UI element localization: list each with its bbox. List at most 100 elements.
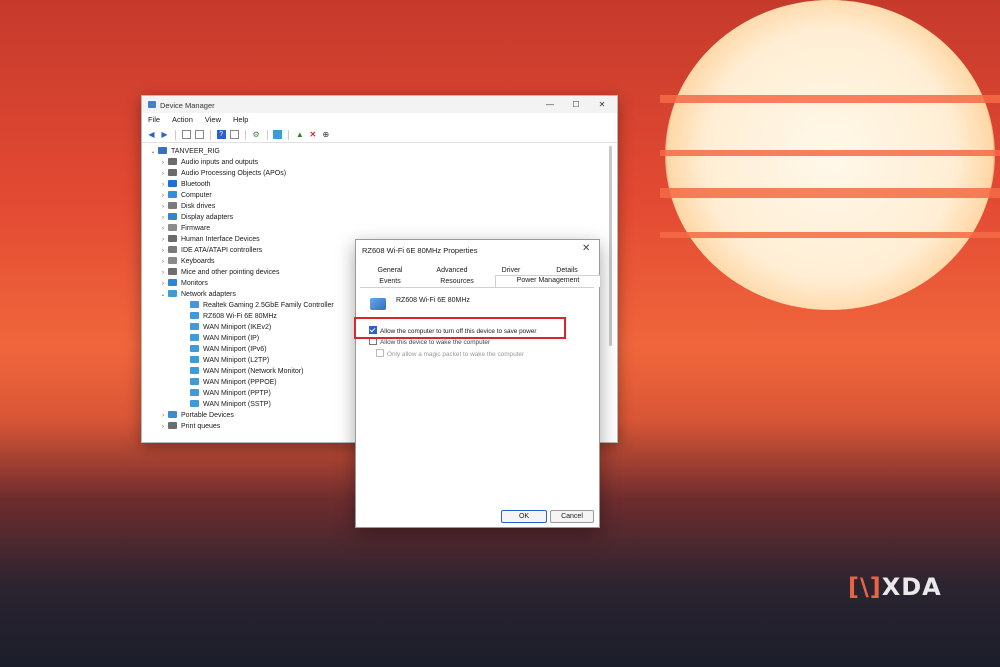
toolbar-separator: [288, 130, 290, 140]
tree-item-label: Network adapters: [181, 291, 236, 298]
menu-view[interactable]: View: [205, 113, 221, 127]
sun-band: [660, 188, 1000, 198]
tab-general[interactable]: General: [370, 266, 410, 276]
update-driver-icon[interactable]: ▲: [295, 130, 304, 139]
device-manager-icon: [148, 101, 156, 108]
device-category-icon: [190, 312, 199, 319]
cancel-button[interactable]: Cancel: [550, 510, 594, 523]
checkbox-icon: [376, 349, 384, 357]
ok-button[interactable]: OK: [501, 510, 547, 523]
dialog-title: RZ608 Wi-Fi 6E 80MHz Properties: [362, 246, 478, 255]
device-category-icon: [158, 147, 167, 154]
tree-item[interactable]: ⌄ TANVEER_RIG: [146, 146, 604, 157]
device-category-icon: [168, 235, 177, 242]
tree-item-label: WAN Miniport (SSTP): [203, 401, 271, 408]
properties-dialog: RZ608 Wi-Fi 6E 80MHz Properties ✕ Genera…: [355, 239, 601, 528]
properties-icon[interactable]: [194, 130, 204, 139]
tree-item-label: Bluetooth: [181, 181, 211, 188]
dialog-titlebar[interactable]: RZ608 Wi-Fi 6E 80MHz Properties ✕: [356, 240, 599, 258]
toolbar-separator: [266, 130, 268, 140]
device-category-icon: [190, 301, 199, 308]
device-category-icon: [168, 257, 177, 264]
tree-item-label: TANVEER_RIG: [171, 148, 220, 155]
device-category-icon: [190, 345, 199, 352]
tree-item-label: Firmware: [181, 225, 211, 232]
sun-band: [660, 232, 1000, 238]
device-category-icon: [168, 246, 177, 253]
tree-item[interactable]: › Audio Processing Objects (APOs): [146, 168, 604, 179]
view-icon[interactable]: [229, 130, 239, 139]
tree-item-label: Audio inputs and outputs: [181, 159, 259, 166]
tree-item-label: Display adapters: [181, 214, 234, 221]
device-category-icon: [168, 290, 177, 297]
device-category-icon: [168, 224, 177, 231]
device-category-icon: [168, 213, 177, 220]
tree-item-label: Realtek Gaming 2.5GbE Family Controller: [203, 302, 334, 309]
minimize-button[interactable]: —: [537, 98, 563, 111]
chevron-right-icon[interactable]: ›: [158, 422, 168, 433]
xda-bracket: [\]: [848, 573, 882, 601]
device-category-icon: [168, 202, 177, 209]
menu-action[interactable]: Action: [172, 113, 193, 127]
tree-item[interactable]: › Firmware: [146, 223, 604, 234]
download-icon[interactable]: ⊕: [321, 130, 330, 139]
dialog-close-button[interactable]: ✕: [582, 243, 590, 254]
device-category-icon: [190, 334, 199, 341]
toolbar-separator: [174, 130, 176, 140]
tree-item-label: Computer: [181, 192, 212, 199]
forward-arrow-icon[interactable]: ▶: [160, 130, 169, 139]
toolbar: ◀ ▶ ? ⚙ ▲ ✕ ⊕: [142, 127, 617, 143]
device-category-icon: [168, 180, 177, 187]
close-button[interactable]: ✕: [589, 98, 615, 111]
tree-item-label: Human Interface Devices: [181, 236, 260, 243]
device-category-icon: [168, 422, 177, 429]
tree-item-label: RZ608 Wi-Fi 6E 80MHz: [203, 313, 277, 320]
tree-item[interactable]: › Bluetooth: [146, 179, 604, 190]
menu-help[interactable]: Help: [233, 113, 248, 127]
monitor-icon[interactable]: [273, 130, 283, 139]
magic-packet-label: Only allow a magic packet to wake the co…: [387, 351, 525, 358]
tree-item-label: IDE ATA/ATAPI controllers: [181, 247, 263, 254]
network-adapter-icon: [370, 298, 386, 310]
tree-item-label: Keyboards: [181, 258, 215, 265]
device-category-icon: [168, 268, 177, 275]
back-arrow-icon[interactable]: ◀: [147, 130, 156, 139]
tab-advanced[interactable]: Advanced: [432, 266, 472, 276]
sun-band: [660, 150, 1000, 156]
device-category-icon: [168, 279, 177, 286]
maximize-button[interactable]: ☐: [563, 98, 589, 111]
device-category-icon: [168, 158, 177, 165]
tree-item-label: WAN Miniport (PPTP): [203, 390, 271, 397]
tree-item-label: WAN Miniport (IKEv2): [203, 324, 272, 331]
tab-events[interactable]: Events: [370, 277, 410, 287]
tree-item[interactable]: › Disk drives: [146, 201, 604, 212]
tab-resources[interactable]: Resources: [432, 277, 482, 287]
window-title: Device Manager: [160, 101, 215, 110]
tab-power-management[interactable]: Power Management: [495, 275, 601, 287]
tree-item[interactable]: › Audio inputs and outputs: [146, 157, 604, 168]
device-category-icon: [190, 356, 199, 363]
uninstall-device-icon[interactable]: ✕: [308, 130, 317, 139]
tree-item[interactable]: › Computer: [146, 190, 604, 201]
device-category-icon: [190, 323, 199, 330]
vertical-scrollbar[interactable]: [609, 146, 612, 346]
tree-item-label: Print queues: [181, 423, 221, 430]
highlight-annotation: [354, 317, 566, 339]
tree-item-label: Monitors: [181, 280, 208, 287]
tree-item-label: WAN Miniport (L2TP): [203, 357, 270, 364]
sun-band: [660, 95, 1000, 103]
scan-hardware-icon[interactable]: ⚙: [252, 130, 261, 139]
device-manager-titlebar[interactable]: Device Manager — ☐ ✕: [142, 96, 617, 113]
toolbar-separator: [209, 130, 211, 140]
device-category-icon: [168, 411, 177, 418]
help-icon[interactable]: ?: [216, 130, 226, 139]
device-category-icon: [190, 389, 199, 396]
menu-file[interactable]: File: [148, 113, 160, 127]
show-hide-console-icon[interactable]: [181, 130, 191, 139]
magic-packet-checkbox: Only allow a magic packet to wake the co…: [376, 349, 524, 358]
tree-item[interactable]: › Display adapters: [146, 212, 604, 223]
menu-bar: File Action View Help: [142, 113, 617, 127]
device-category-icon: [168, 169, 177, 176]
tree-item-label: WAN Miniport (PPPOE): [203, 379, 277, 386]
tree-item-label: Mice and other pointing devices: [181, 269, 280, 276]
